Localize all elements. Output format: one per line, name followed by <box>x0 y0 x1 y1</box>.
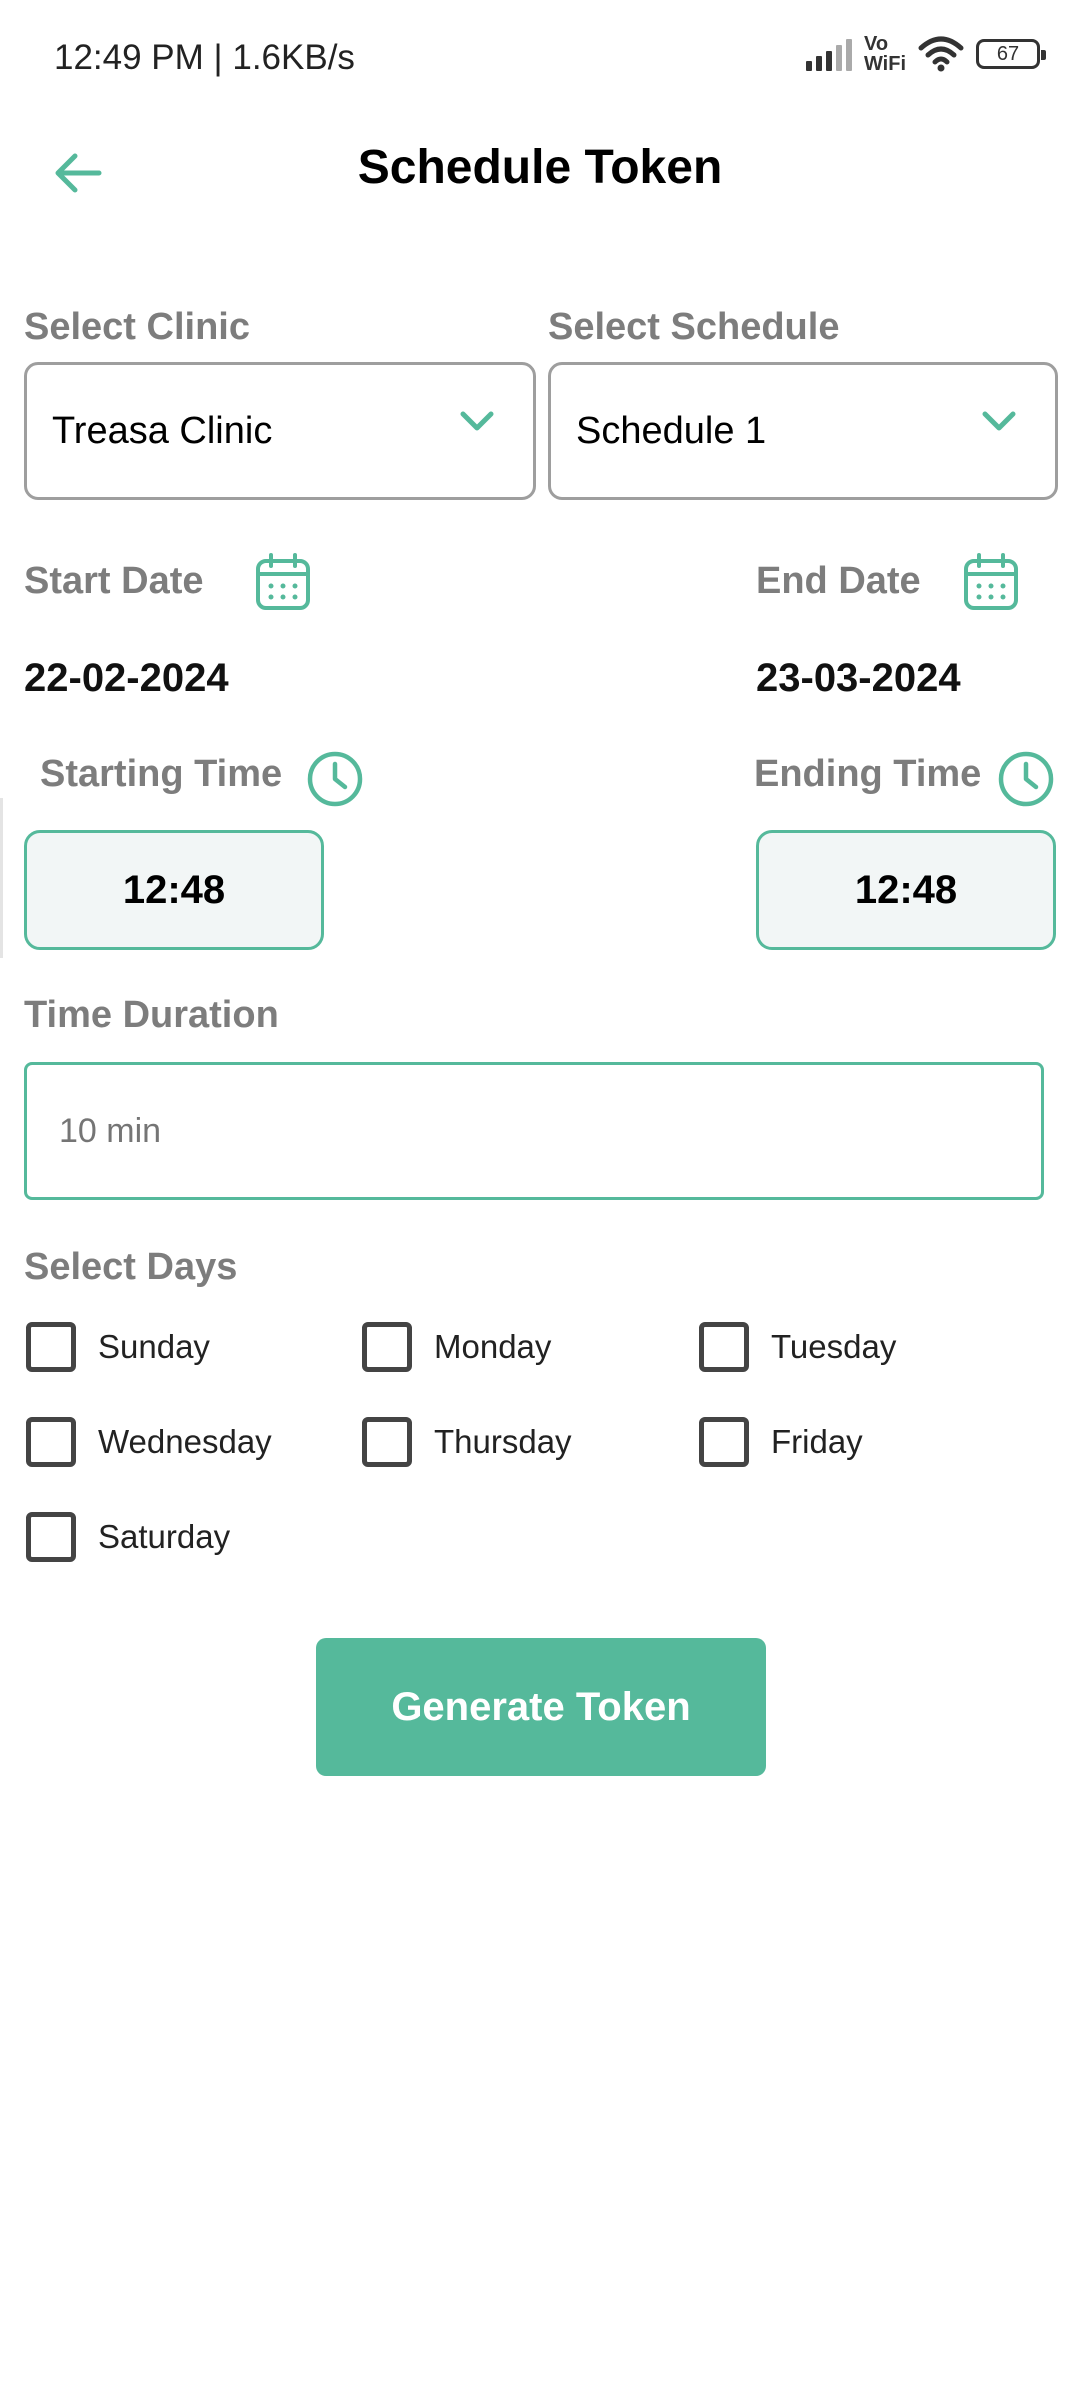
day-option-thursday[interactable]: Thursday <box>362 1417 572 1467</box>
checkbox[interactable] <box>26 1417 76 1467</box>
generate-token-button[interactable]: Generate Token <box>316 1638 766 1776</box>
time-duration-label: Time Duration <box>24 994 279 1036</box>
starting-time-box[interactable]: 12:48 <box>24 830 324 950</box>
day-label: Sunday <box>98 1328 210 1365</box>
day-label: Thursday <box>434 1423 572 1460</box>
day-option-monday[interactable]: Monday <box>362 1322 551 1372</box>
status-icons: Vo WiFi 67 <box>805 33 1046 75</box>
day-label: Saturday <box>98 1518 231 1555</box>
select-schedule-label: Select Schedule <box>548 306 840 348</box>
checkbox[interactable] <box>362 1322 412 1372</box>
battery-level: 67 <box>996 42 1020 65</box>
day-option-sunday[interactable]: Sunday <box>26 1322 210 1372</box>
day-label: Tuesday <box>771 1328 897 1365</box>
status-time: 12:49 PM | 1.6KB/s <box>54 38 355 77</box>
checkbox[interactable] <box>26 1512 76 1562</box>
status-bar: 12:49 PM | 1.6KB/s Vo WiFi 67 <box>0 0 1080 120</box>
checkbox[interactable] <box>699 1322 749 1372</box>
day-label: Monday <box>434 1328 552 1365</box>
clock-icon[interactable] <box>997 750 1055 808</box>
ending-time-label: Ending Time <box>754 753 982 795</box>
checkbox[interactable] <box>26 1322 76 1372</box>
start-date-label: Start Date <box>24 560 204 602</box>
calendar-icon[interactable] <box>254 552 312 612</box>
schedule-value: Schedule 1 <box>576 409 767 452</box>
clock-icon[interactable] <box>306 750 364 808</box>
clinic-value: Treasa Clinic <box>52 409 273 452</box>
battery-icon: 67 <box>976 39 1046 69</box>
day-option-friday[interactable]: Friday <box>699 1417 863 1467</box>
start-date-value[interactable]: 22-02-2024 <box>24 656 229 701</box>
signal-icon <box>805 37 852 71</box>
edge-indicator <box>0 798 3 958</box>
schedule-token-screen: 12:49 PM | 1.6KB/s Vo WiFi 67 Schedule T… <box>0 0 1080 2400</box>
checkbox[interactable] <box>362 1417 412 1467</box>
end-date-value[interactable]: 23-03-2024 <box>756 656 961 701</box>
end-date-label: End Date <box>756 560 921 602</box>
day-option-tuesday[interactable]: Tuesday <box>699 1322 896 1372</box>
starting-time-label: Starting Time <box>40 753 283 795</box>
day-label: Friday <box>771 1423 863 1460</box>
wifi-icon <box>918 36 964 72</box>
schedule-dropdown[interactable]: Schedule 1 <box>548 362 1058 500</box>
ending-time-box[interactable]: 12:48 <box>756 830 1056 950</box>
select-clinic-label: Select Clinic <box>24 306 250 348</box>
select-days-label: Select Days <box>24 1246 238 1288</box>
chevron-down-icon <box>460 411 494 431</box>
vowifi-label: Vo WiFi <box>863 33 906 75</box>
day-label: Wednesday <box>98 1423 272 1460</box>
time-duration-input[interactable] <box>24 1062 1044 1200</box>
clinic-dropdown[interactable]: Treasa Clinic <box>24 362 536 500</box>
page-title: Schedule Token <box>357 141 723 194</box>
calendar-icon[interactable] <box>962 552 1020 612</box>
day-option-wednesday[interactable]: Wednesday <box>26 1417 272 1467</box>
chevron-down-icon <box>982 411 1016 431</box>
day-option-saturday[interactable]: Saturday <box>26 1512 230 1562</box>
checkbox[interactable] <box>699 1417 749 1467</box>
